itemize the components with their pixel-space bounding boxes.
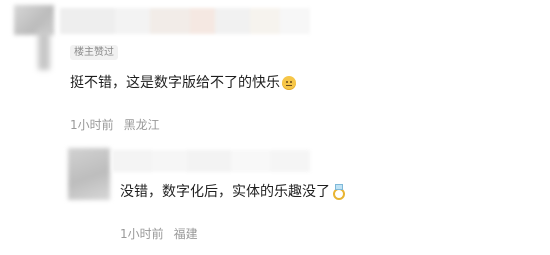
author-liked-badge: 楼主赞过: [70, 45, 118, 60]
location: 福建: [173, 227, 198, 241]
location: 黑龙江: [123, 118, 160, 132]
comment-text: 挺不错，这是数字版给不了的快乐: [70, 74, 296, 92]
reply-text: 没错，数字化后，实体的乐趣没了: [120, 183, 346, 201]
smile-face-icon: [282, 76, 296, 90]
reply-body: 没错，数字化后，实体的乐趣没了: [120, 184, 330, 200]
timestamp: 1小时前: [120, 227, 164, 241]
comment-meta: 1小时前 黑龙江: [70, 118, 160, 132]
comment-body: 挺不错，这是数字版给不了的快乐: [70, 75, 280, 91]
avatar-shadow: [38, 30, 50, 70]
reply-meta: 1小时前 福建: [120, 227, 198, 241]
timestamp: 1小时前: [70, 118, 114, 132]
ring-icon: [332, 184, 346, 200]
reply-username-redacted: [112, 150, 310, 172]
username-redacted: [60, 8, 310, 34]
reply-avatar[interactable]: [68, 148, 110, 200]
